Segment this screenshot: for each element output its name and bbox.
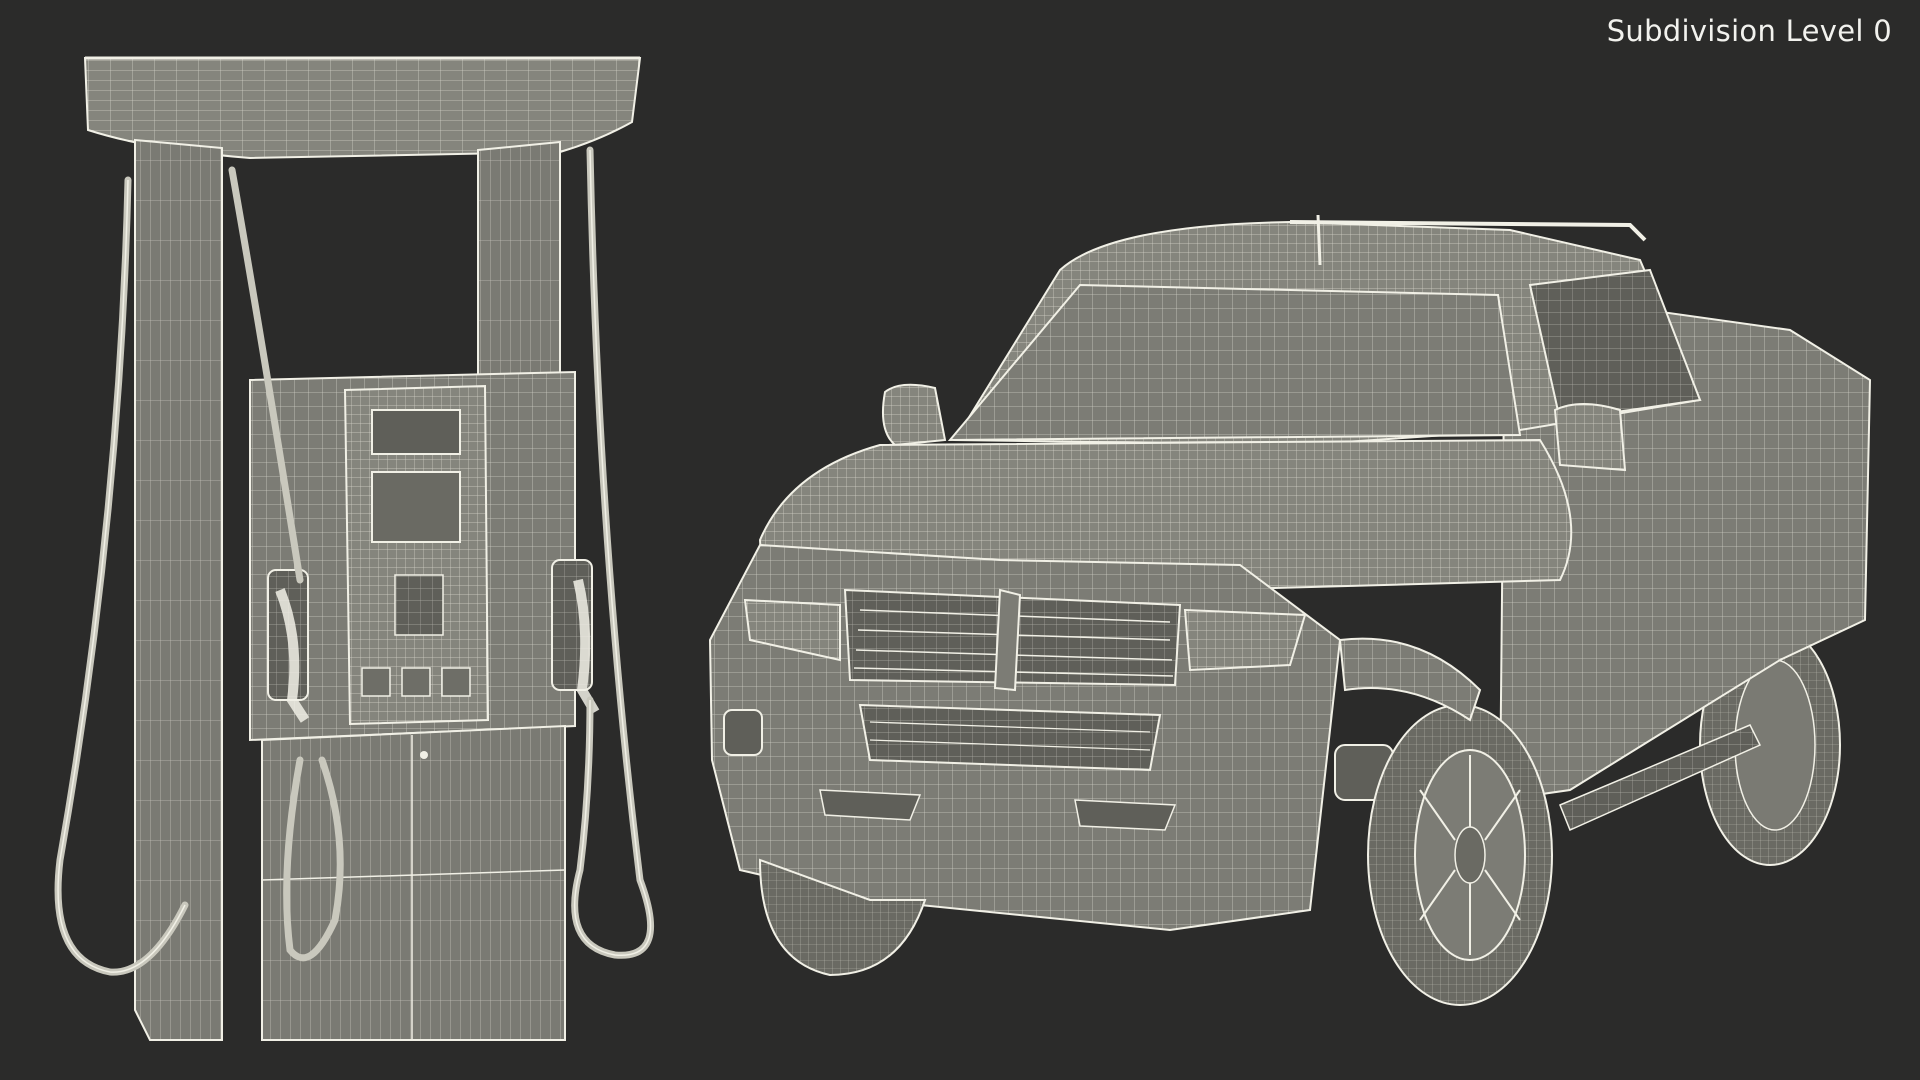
dispenser-keypad	[394, 574, 444, 636]
truck-left-mirror	[882, 383, 947, 447]
fuel-dispenser	[54, 56, 655, 1041]
truck-right-mirror	[1553, 403, 1627, 472]
3d-viewport: Subdivision Level 0	[0, 0, 1920, 1080]
truck-lower-grille	[858, 703, 1162, 772]
dispenser-base	[261, 724, 566, 1041]
dispenser-left-column	[134, 138, 223, 1041]
dispenser-screen-main	[371, 471, 461, 543]
pickup-truck	[708, 214, 1872, 1006]
wireframe-render	[54, 56, 1872, 1041]
dispenser-screen-top	[371, 409, 461, 455]
truck-right-headlight	[1183, 608, 1307, 672]
truck-left-foglight	[723, 709, 763, 756]
truck-side-window	[1528, 268, 1702, 422]
